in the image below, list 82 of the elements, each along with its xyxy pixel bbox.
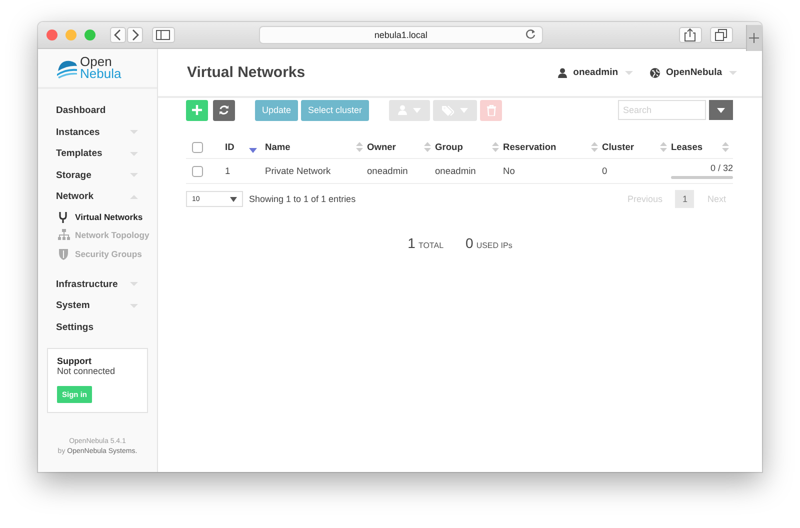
support-title: Support [57, 356, 92, 366]
page-title: Virtual Networks [187, 64, 306, 81]
create-button[interactable] [186, 100, 208, 120]
logo-text: Open [80, 56, 112, 68]
column-header[interactable]: Owner [367, 142, 396, 152]
select-all-checkbox[interactable] [192, 142, 203, 152]
sitemap-icon [58, 229, 70, 242]
share-button[interactable] [678, 27, 702, 43]
column-header[interactable]: Group [435, 142, 463, 152]
menu-item[interactable]: Instances [38, 122, 157, 143]
menu-item[interactable]: Infrastructure [38, 273, 157, 295]
menu-item[interactable]: Storage [38, 164, 157, 186]
column-header[interactable]: ID [225, 142, 234, 152]
address-bar[interactable]: nebula1.local [258, 26, 543, 44]
sidebar-icon [156, 30, 170, 40]
user-menu[interactable]: oneadmin [558, 67, 634, 78]
submenu-item[interactable]: Virtual Networks [38, 208, 157, 226]
refresh-button[interactable] [213, 100, 235, 120]
menu-item[interactable]: Templates [38, 143, 157, 164]
stat-label: USED IPs [476, 241, 512, 250]
menu-item[interactable]: System [38, 294, 157, 316]
trash-icon [486, 104, 496, 116]
caret-down-icon [460, 108, 468, 112]
column-header[interactable]: Reservation [503, 142, 556, 152]
sort-icon[interactable] [660, 142, 667, 152]
table-cell: Private Network [265, 166, 331, 176]
caret-down-icon [728, 70, 738, 76]
share-icon [684, 28, 696, 42]
menu-item[interactable]: Dashboard [38, 100, 157, 122]
caret-down-icon [413, 108, 422, 112]
plus-icon [192, 105, 202, 115]
table-cell: No [503, 166, 515, 176]
table-cell: 0 [602, 166, 608, 176]
user-icon [398, 105, 408, 115]
caret-down-icon [230, 196, 237, 202]
menu-item[interactable]: Settings [38, 316, 157, 338]
stat-label: TOTAL [418, 241, 444, 250]
sort-icon[interactable] [591, 142, 598, 152]
table-cell: oneadmin [435, 166, 476, 176]
back-button[interactable] [110, 27, 126, 43]
new-tab-button[interactable] [746, 25, 762, 51]
caret-down-icon [624, 70, 634, 76]
shield-icon [58, 248, 70, 260]
menu-item[interactable]: Network [38, 186, 157, 208]
sort-icon[interactable] [722, 142, 729, 152]
column-header[interactable]: Leases [671, 142, 703, 152]
plus-icon [749, 33, 760, 43]
sort-descending-icon[interactable] [249, 148, 257, 152]
logo-text: Nebula [80, 68, 122, 80]
leases-text: 0 / 32 [709, 163, 733, 174]
tabs-icon [715, 29, 728, 41]
row-checkbox[interactable] [192, 166, 203, 176]
forward-button[interactable] [127, 27, 143, 43]
window-control-icon[interactable] [65, 29, 77, 41]
table-cell: oneadmin [367, 166, 408, 176]
column-header[interactable]: Name [265, 142, 290, 152]
window-control-icon[interactable] [84, 29, 96, 41]
sidebar-toggle-button[interactable] [152, 27, 175, 43]
tabs-button[interactable] [710, 27, 733, 43]
page-button[interactable]: 1 [675, 190, 694, 208]
table-cell: 1 [225, 166, 230, 176]
search-options-button[interactable] [709, 100, 733, 120]
chevron-right-icon [131, 29, 139, 41]
support-status: Not connected [57, 366, 116, 376]
url-text: nebula1.local [374, 30, 428, 40]
stat-value: 0 [466, 235, 474, 251]
column-header[interactable]: Cluster [602, 142, 634, 152]
stat-value: 1 [408, 235, 416, 251]
table-info: Showing 1 to 1 of 1 entries [249, 194, 356, 204]
reload-icon[interactable] [524, 29, 536, 40]
sort-icon[interactable] [356, 142, 363, 152]
sort-icon[interactable] [424, 142, 431, 152]
sort-icon[interactable] [492, 142, 499, 152]
tags-icon [442, 104, 454, 116]
fork-icon [58, 210, 70, 223]
zone-menu[interactable]: OpenNebula [650, 67, 738, 78]
chevron-left-icon [114, 29, 122, 41]
user-icon [558, 68, 568, 78]
globe-icon [650, 68, 660, 78]
refresh-icon [219, 105, 229, 115]
window-control-icon[interactable] [46, 29, 58, 41]
caret-down-icon [717, 108, 725, 112]
